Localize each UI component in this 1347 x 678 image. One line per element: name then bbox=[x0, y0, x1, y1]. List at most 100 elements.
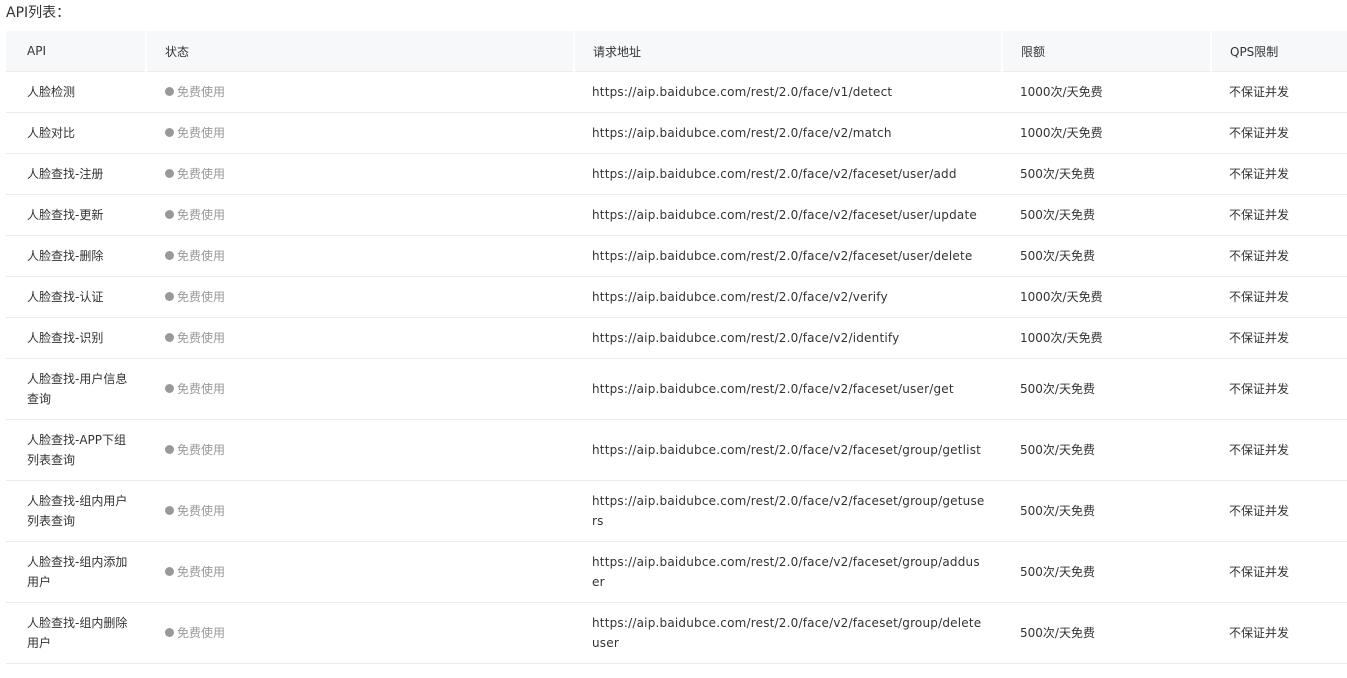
cell-quota: 500次/天免费 bbox=[1002, 602, 1211, 664]
status-label: 免费使用 bbox=[177, 503, 226, 518]
api-name: 人脸查找-更新 bbox=[27, 208, 104, 222]
request-url: https://aip.baidubce.com/rest/2.0/face/v… bbox=[592, 494, 985, 528]
cell-status: 免费使用 bbox=[146, 71, 574, 113]
status-label: 免费使用 bbox=[177, 330, 226, 345]
cell-api-name: 人脸查找-删除 bbox=[6, 235, 146, 277]
cell-api-name: 人脸查找-更新 bbox=[6, 194, 146, 236]
cell-quota: 500次/天免费 bbox=[1002, 541, 1211, 603]
cell-qps-limit: 不保证并发 bbox=[1211, 235, 1347, 277]
cell-request-url: https://aip.baidubce.com/rest/2.0/face/v… bbox=[574, 358, 1002, 420]
status-badge: 免费使用 bbox=[164, 287, 225, 307]
request-url: https://aip.baidubce.com/rest/2.0/face/v… bbox=[592, 85, 893, 99]
cell-api-name: 人脸查找-APP下组列表查询 bbox=[6, 419, 146, 481]
cell-qps-limit: 不保证并发 bbox=[1211, 276, 1347, 318]
status-badge: 免费使用 bbox=[164, 205, 225, 225]
cell-status: 免费使用 bbox=[146, 276, 574, 318]
status-dot-icon bbox=[165, 567, 174, 577]
status-badge: 免费使用 bbox=[164, 246, 225, 266]
table-row: 人脸检测 免费使用 https://aip.baidubce.com/rest/2.… bbox=[6, 71, 1347, 113]
status-badge: 免费使用 bbox=[164, 379, 225, 399]
cell-quota: 1000次/天免费 bbox=[1002, 317, 1211, 359]
cell-api-name: 人脸检测 bbox=[6, 71, 146, 113]
api-name: 人脸查找-删除 bbox=[27, 249, 104, 263]
request-url: https://aip.baidubce.com/rest/2.0/face/v… bbox=[592, 208, 977, 222]
cell-request-url: https://aip.baidubce.com/rest/2.0/face/v… bbox=[574, 276, 1002, 318]
table-row: 人脸查找-识别 免费使用 https://aip.baidubce.com/rest… bbox=[6, 317, 1347, 359]
cell-request-url: https://aip.baidubce.com/rest/2.0/face/v… bbox=[574, 317, 1002, 359]
status-label: 免费使用 bbox=[177, 84, 226, 99]
cell-request-url: https://aip.baidubce.com/rest/2.0/face/v… bbox=[574, 194, 1002, 236]
status-badge: 免费使用 bbox=[164, 440, 225, 460]
cell-request-url: https://aip.baidubce.com/rest/2.0/face/v… bbox=[574, 541, 1002, 603]
request-url: https://aip.baidubce.com/rest/2.0/face/v… bbox=[592, 126, 892, 140]
cell-qps-limit: 不保证并发 bbox=[1211, 153, 1347, 195]
cell-status: 免费使用 bbox=[146, 480, 574, 542]
status-dot-icon bbox=[165, 292, 174, 302]
table-header-row: API 状态 请求地址 限额 QPS限制 bbox=[6, 31, 1347, 72]
table-row: 人脸对比 免费使用 https://aip.baidubce.com/rest/2.… bbox=[6, 112, 1347, 154]
cell-qps-limit: 不保证并发 bbox=[1211, 112, 1347, 154]
status-dot-icon bbox=[165, 628, 174, 638]
cell-api-name: 人脸查找-认证 bbox=[6, 276, 146, 318]
status-badge: 免费使用 bbox=[164, 501, 225, 521]
status-dot-icon bbox=[165, 251, 174, 261]
cell-status: 免费使用 bbox=[146, 112, 574, 154]
table-row: 人脸查找-APP下组列表查询 免费使用 https://aip.baidubce.c… bbox=[6, 419, 1347, 481]
cell-request-url: https://aip.baidubce.com/rest/2.0/face/v… bbox=[574, 480, 1002, 542]
cell-api-name: 人脸查找-识别 bbox=[6, 317, 146, 359]
cell-request-url: https://aip.baidubce.com/rest/2.0/face/v… bbox=[574, 112, 1002, 154]
column-header-qps: QPS限制 bbox=[1210, 31, 1347, 72]
cell-quota: 500次/天免费 bbox=[1002, 235, 1211, 277]
table-row: 人脸查找-删除 免费使用 https://aip.baidubce.com/rest… bbox=[6, 235, 1347, 277]
column-header-status: 状态 bbox=[145, 31, 574, 72]
cell-status: 免费使用 bbox=[146, 153, 574, 195]
table-row: 人脸查找-组内用户列表查询 免费使用 https://aip.baidubce.co… bbox=[6, 480, 1347, 542]
status-label: 免费使用 bbox=[177, 166, 226, 181]
cell-quota: 500次/天免费 bbox=[1002, 153, 1211, 195]
status-badge: 免费使用 bbox=[164, 328, 225, 348]
status-dot-icon bbox=[165, 445, 174, 455]
status-label: 免费使用 bbox=[177, 625, 226, 640]
cell-qps-limit: 不保证并发 bbox=[1211, 194, 1347, 236]
api-name: 人脸对比 bbox=[27, 126, 76, 140]
api-name: 人脸查找-用户信息查询 bbox=[27, 372, 128, 406]
cell-status: 免费使用 bbox=[146, 541, 574, 603]
status-label: 免费使用 bbox=[177, 381, 226, 396]
cell-status: 免费使用 bbox=[146, 602, 574, 664]
request-url: https://aip.baidubce.com/rest/2.0/face/v… bbox=[592, 443, 982, 457]
cell-request-url: https://aip.baidubce.com/rest/2.0/face/v… bbox=[574, 153, 1002, 195]
status-label: 免费使用 bbox=[177, 564, 226, 579]
table-header: API 状态 请求地址 限额 QPS限制 bbox=[6, 31, 1347, 72]
cell-api-name: 人脸查找-组内添加用户 bbox=[6, 541, 146, 603]
table-row: 人脸查找-更新 免费使用 https://aip.baidubce.com/rest… bbox=[6, 194, 1347, 236]
status-dot-icon bbox=[165, 384, 174, 394]
cell-quota: 500次/天免费 bbox=[1002, 480, 1211, 542]
table-row: 人脸查找-注册 免费使用 https://aip.baidubce.com/rest… bbox=[6, 153, 1347, 195]
cell-api-name: 人脸对比 bbox=[6, 112, 146, 154]
cell-qps-limit: 不保证并发 bbox=[1211, 602, 1347, 664]
table-row: 人脸查找-组内删除用户 免费使用 https://aip.baidubce.com/… bbox=[6, 602, 1347, 664]
table-row: 人脸查找-用户信息查询 免费使用 https://aip.baidubce.com/… bbox=[6, 358, 1347, 420]
status-dot-icon bbox=[165, 210, 174, 220]
cell-api-name: 人脸查找-用户信息查询 bbox=[6, 358, 146, 420]
cell-request-url: https://aip.baidubce.com/rest/2.0/face/v… bbox=[574, 71, 1002, 113]
cell-api-name: 人脸查找-注册 bbox=[6, 153, 146, 195]
status-badge: 免费使用 bbox=[164, 123, 225, 143]
cell-status: 免费使用 bbox=[146, 194, 574, 236]
status-dot-icon bbox=[165, 128, 174, 138]
status-dot-icon bbox=[165, 169, 174, 179]
status-badge: 免费使用 bbox=[164, 562, 225, 582]
api-table: API 状态 请求地址 限额 QPS限制 人脸检测 免费使用 https://aip… bbox=[6, 31, 1347, 664]
table-row: 人脸查找-认证 免费使用 https://aip.baidubce.com/rest… bbox=[6, 276, 1347, 318]
api-name: 人脸查找-认证 bbox=[27, 290, 104, 304]
cell-qps-limit: 不保证并发 bbox=[1211, 358, 1347, 420]
api-name: 人脸检测 bbox=[27, 85, 76, 99]
cell-status: 免费使用 bbox=[146, 235, 574, 277]
status-label: 免费使用 bbox=[177, 289, 226, 304]
status-label: 免费使用 bbox=[177, 125, 226, 140]
cell-quota: 500次/天免费 bbox=[1002, 194, 1211, 236]
status-badge: 免费使用 bbox=[164, 82, 225, 102]
cell-quota: 1000次/天免费 bbox=[1002, 71, 1211, 113]
api-name: 人脸查找-识别 bbox=[27, 331, 104, 345]
cell-qps-limit: 不保证并发 bbox=[1211, 541, 1347, 603]
